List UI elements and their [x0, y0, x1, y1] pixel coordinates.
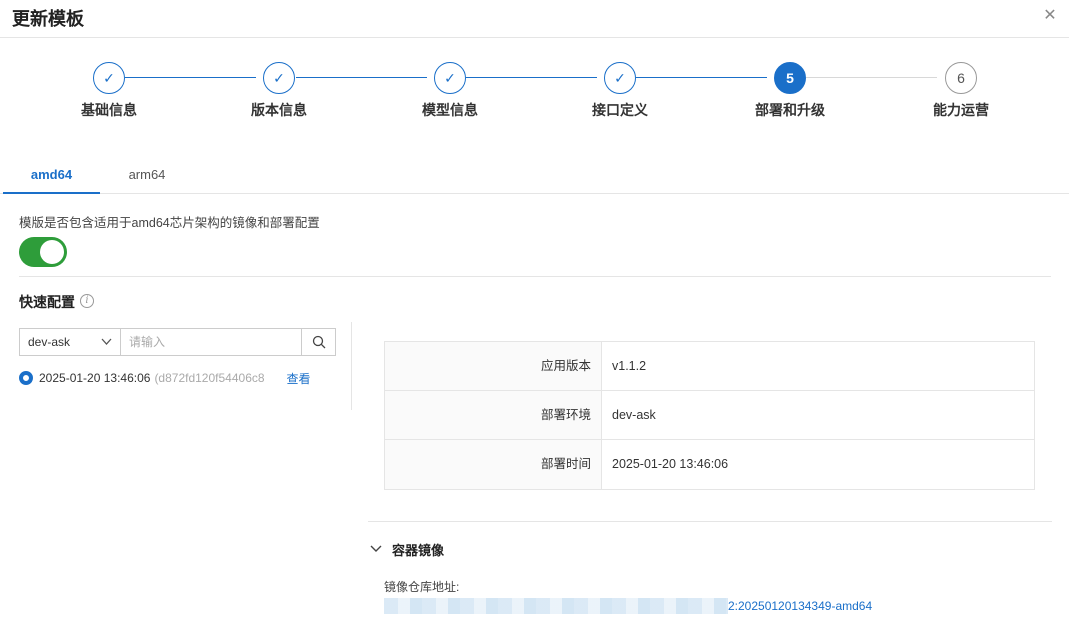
view-link[interactable]: 查看	[286, 370, 310, 387]
row-value: dev-ask	[612, 408, 656, 422]
step-label: 能力运营	[933, 102, 989, 118]
arch-tabs: amd64 arm64	[0, 158, 1069, 194]
chevron-down-icon	[101, 329, 112, 365]
repo-link[interactable]: 2:20250120134349-amd64	[728, 599, 872, 613]
step-1[interactable]: ✓ 基础信息	[39, 58, 179, 120]
row-value: 2025-01-20 13:46:06	[612, 457, 729, 471]
container-image-section[interactable]: 容器镜像	[370, 540, 444, 559]
toggle-knob	[40, 240, 64, 264]
repo-label: 镜像仓库地址:	[384, 580, 460, 594]
table-row: 部署时间 2025-01-20 13:46:06	[385, 440, 1034, 489]
step-label: 基础信息	[81, 102, 137, 118]
dialog-header: 更新模板 ✕	[0, 0, 1069, 38]
check-icon: ✓	[434, 62, 466, 94]
step-number: 6	[945, 62, 977, 94]
record-time: 2025-01-20 13:46:06	[39, 371, 151, 385]
stepper: ✓ 基础信息 ✓ 版本信息 ✓ 模型信息 ✓ 接口定义 5 部署和升级 6 能力…	[0, 58, 1069, 128]
quick-config-title: 快速配置	[19, 294, 75, 310]
vertical-divider	[351, 322, 352, 410]
search-input[interactable]	[121, 329, 301, 355]
step-6[interactable]: 6 能力运营	[891, 58, 1031, 120]
search-icon	[312, 335, 325, 349]
chevron-down-icon	[370, 542, 382, 557]
deploy-details-table: 应用版本 v1.1.2 部署环境 dev-ask 部署时间 2025-01-20…	[384, 341, 1035, 490]
row-key: 部署环境	[385, 391, 602, 439]
row-key: 部署时间	[385, 440, 602, 489]
record-radio[interactable]	[19, 371, 33, 385]
redacted-region	[384, 598, 728, 614]
step-5[interactable]: 5 部署和升级	[720, 58, 860, 120]
row-value: v1.1.2	[612, 359, 647, 373]
step-label: 部署和升级	[755, 102, 825, 118]
step-label: 接口定义	[592, 102, 648, 118]
quick-config-search: dev-ask	[19, 328, 336, 356]
check-icon: ✓	[604, 62, 636, 94]
divider	[368, 521, 1052, 522]
repo-address: 2:20250120134349-amd64	[384, 598, 872, 614]
tab-arm64[interactable]: arm64	[100, 158, 194, 194]
dialog-title: 更新模板	[12, 9, 84, 29]
step-3[interactable]: ✓ 模型信息	[380, 58, 520, 120]
table-row: 应用版本 v1.1.2	[385, 342, 1034, 391]
tab-amd64[interactable]: amd64	[3, 158, 100, 194]
env-select[interactable]: dev-ask	[20, 329, 121, 355]
arch-toggle[interactable]	[19, 237, 67, 267]
section-title: 容器镜像	[392, 543, 445, 558]
step-2[interactable]: ✓ 版本信息	[209, 58, 349, 120]
row-key: 应用版本	[385, 342, 602, 390]
table-row: 部署环境 dev-ask	[385, 391, 1034, 440]
step-number: 5	[774, 62, 806, 94]
record-hash: (d872fd120f54406c8	[154, 371, 265, 385]
check-icon: ✓	[93, 62, 125, 94]
arch-description: 模版是否包含适用于amd64芯片架构的镜像和部署配置	[19, 216, 320, 230]
close-icon[interactable]: ✕	[1041, 7, 1059, 25]
search-button[interactable]	[301, 329, 335, 355]
info-icon[interactable]: i	[80, 294, 94, 308]
step-label: 版本信息	[251, 102, 307, 118]
step-4[interactable]: ✓ 接口定义	[550, 58, 690, 120]
step-label: 模型信息	[422, 102, 478, 118]
env-select-value: dev-ask	[28, 335, 71, 349]
deploy-record: 2025-01-20 13:46:06 (d872fd120f54406c8 查…	[19, 369, 310, 387]
check-icon: ✓	[263, 62, 295, 94]
divider	[19, 276, 1051, 277]
